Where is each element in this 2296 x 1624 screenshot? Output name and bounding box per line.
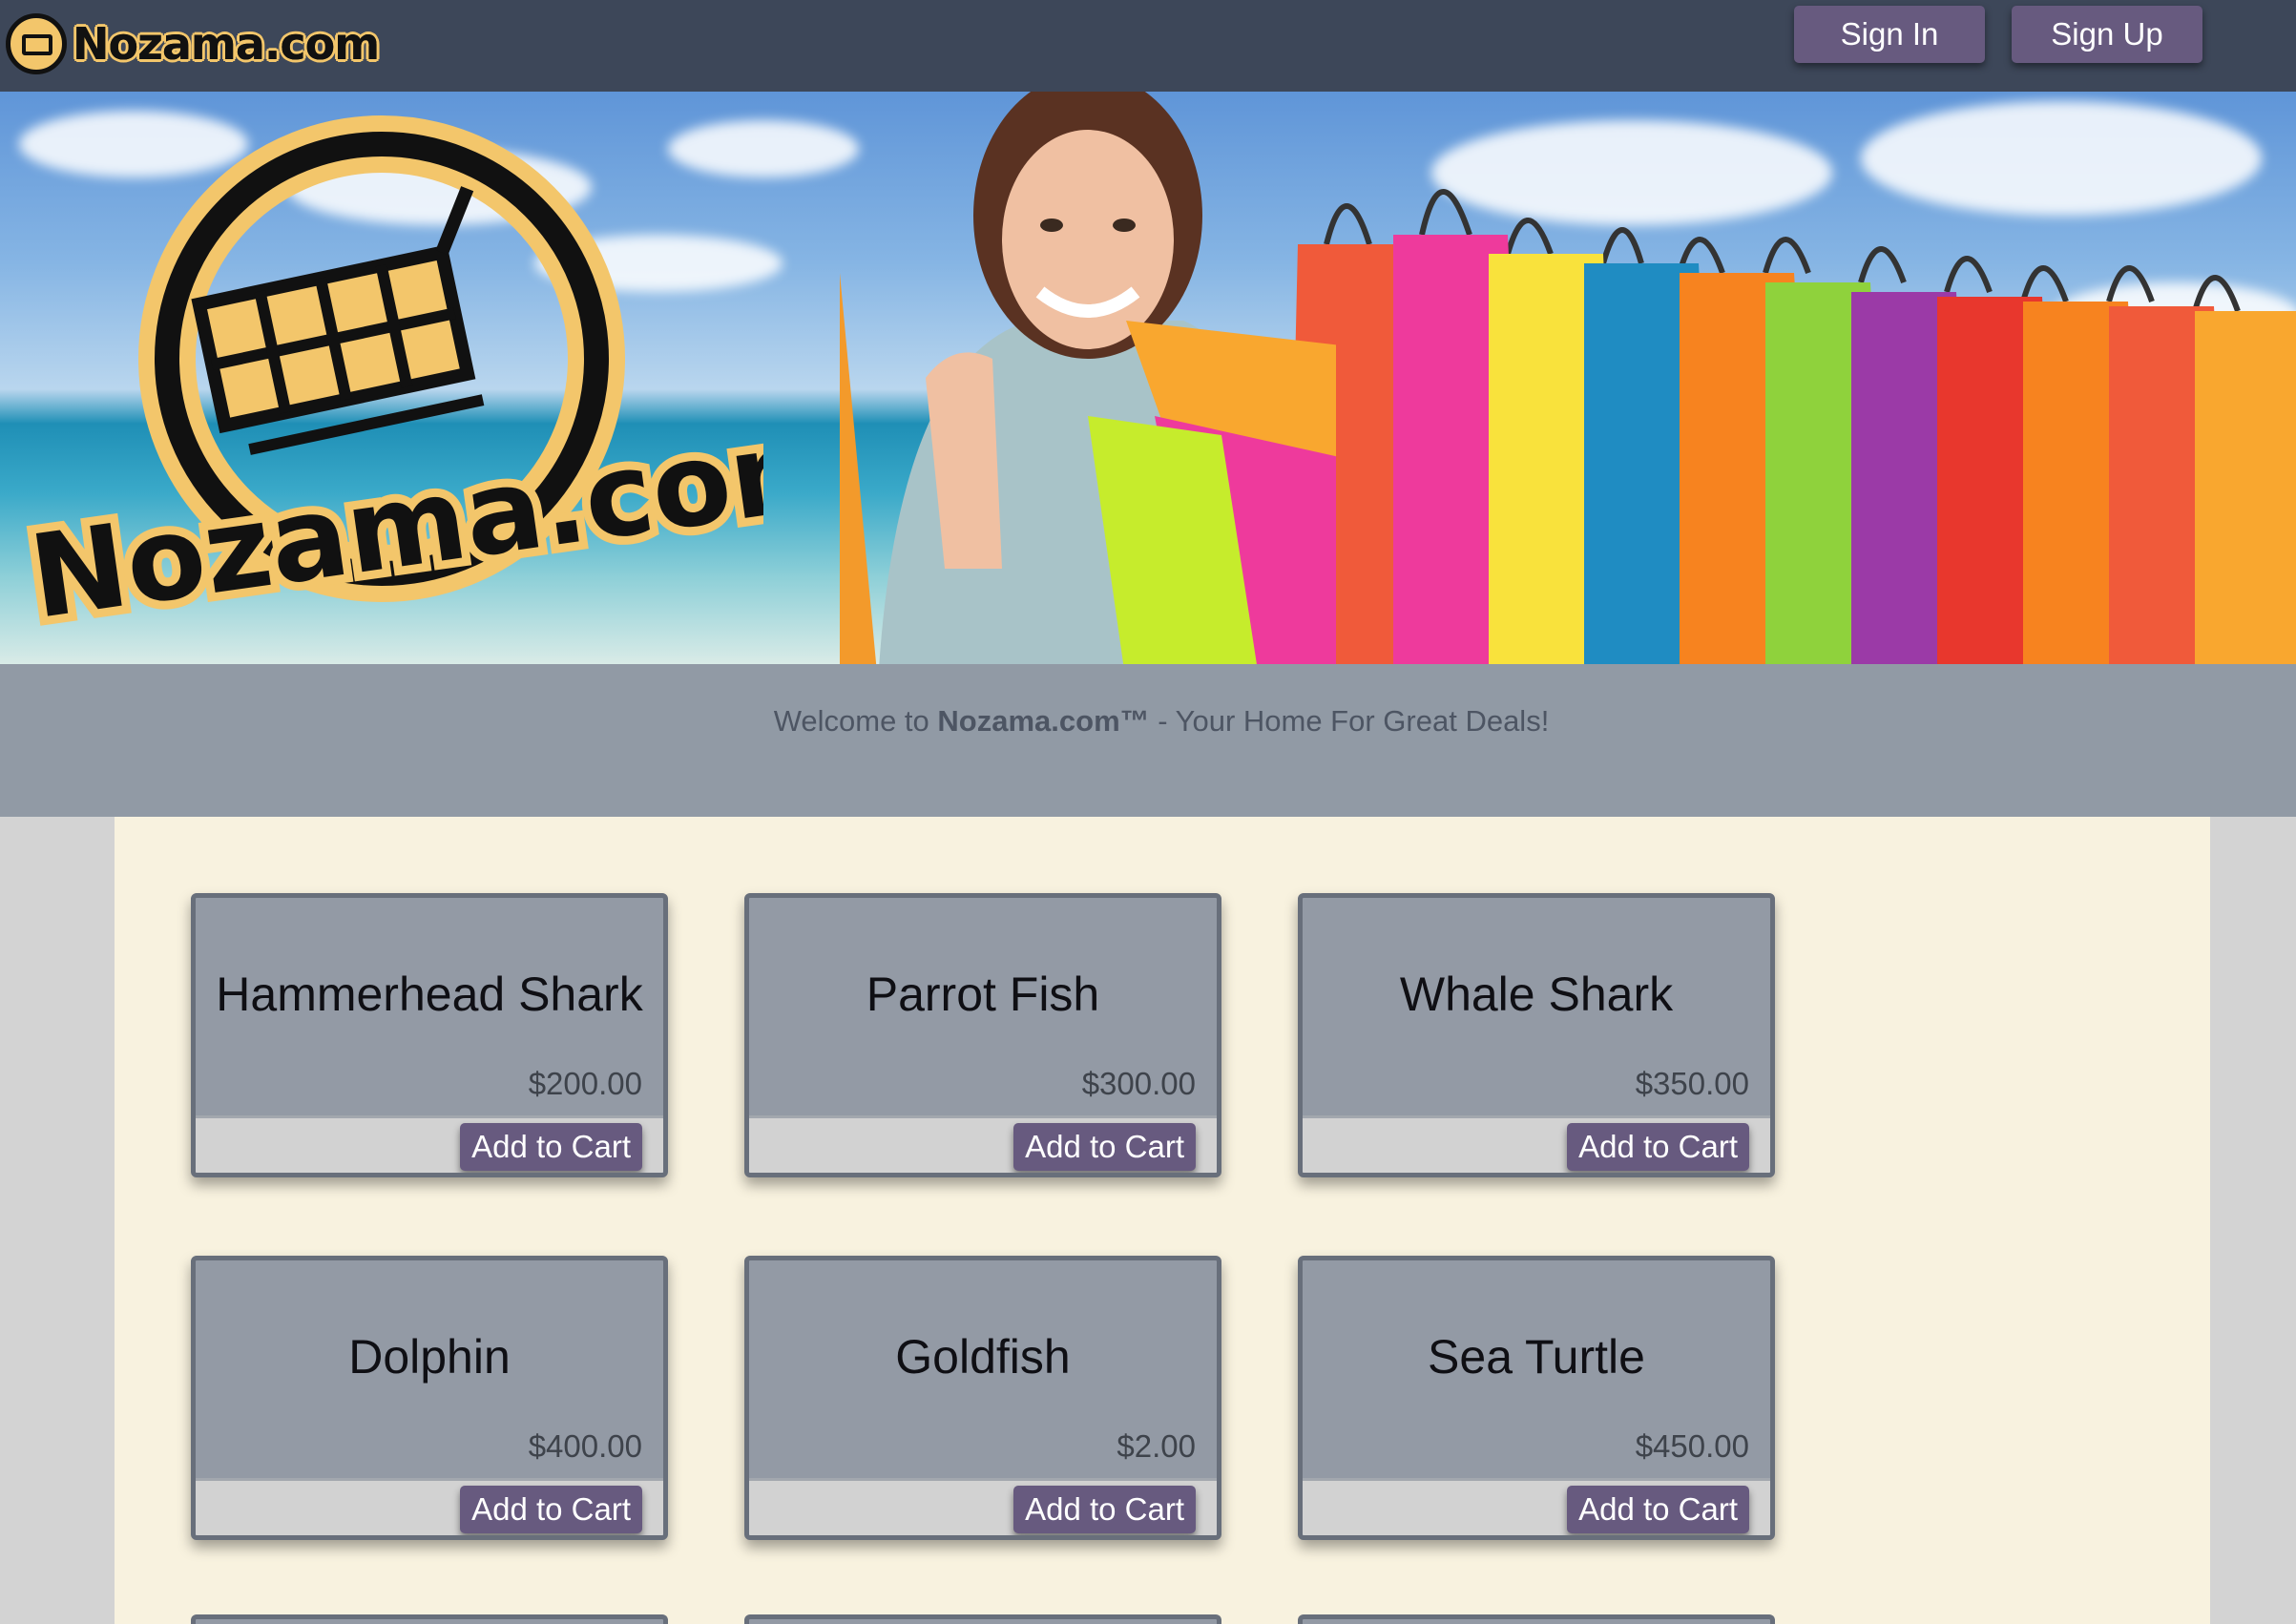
- product-name: Goldfish: [895, 1330, 1071, 1384]
- add-to-cart-button[interactable]: Add to Cart: [460, 1123, 642, 1171]
- product-price: $300.00: [1081, 1066, 1196, 1101]
- product-card: Hammerhead Shark $200.00 Add to Cart: [191, 893, 668, 1177]
- product-card: Parrot Fish $300.00 Add to Cart: [744, 893, 1221, 1177]
- sign-in-button[interactable]: Sign In: [1794, 6, 1985, 63]
- product-card-partial: [191, 1614, 668, 1624]
- product-name: Dolphin: [348, 1330, 511, 1384]
- product-card: Sea Turtle $450.00 Add to Cart: [1298, 1256, 1775, 1540]
- brand-logo[interactable]: Nozama.com: [6, 11, 380, 76]
- product-price: $2.00: [1117, 1428, 1196, 1464]
- product-price: $400.00: [528, 1428, 642, 1464]
- add-to-cart-button[interactable]: Add to Cart: [1567, 1486, 1749, 1533]
- product-card: Goldfish $2.00 Add to Cart: [744, 1256, 1221, 1540]
- nozama-banner-logo: Nozama.com: [19, 115, 763, 654]
- welcome-message: Welcome to Nozama.com™ - Your Home For G…: [773, 704, 1550, 738]
- product-name: Whale Shark: [1399, 968, 1674, 1021]
- shopper-photo: [840, 92, 1336, 664]
- product-card-partial: [744, 1614, 1221, 1624]
- sign-up-button[interactable]: Sign Up: [2012, 6, 2202, 63]
- add-to-cart-button[interactable]: Add to Cart: [460, 1486, 642, 1533]
- product-price: $200.00: [528, 1066, 642, 1101]
- welcome-bar: Welcome to Nozama.com™ - Your Home For G…: [0, 664, 2296, 817]
- product-card-footer: Add to Cart: [196, 1115, 663, 1173]
- product-card: Dolphin $400.00 Add to Cart: [191, 1256, 668, 1540]
- product-card-footer: Add to Cart: [196, 1478, 663, 1535]
- brand-name: Nozama.com: [73, 18, 380, 70]
- product-name: Parrot Fish: [866, 968, 1100, 1021]
- product-grid: Hammerhead Shark $200.00 Add to Cart Par…: [115, 817, 2210, 1624]
- svg-text:Nozama.com: Nozama.com: [23, 399, 763, 645]
- product-name: Hammerhead Shark: [216, 968, 643, 1021]
- add-to-cart-button[interactable]: Add to Cart: [1013, 1123, 1196, 1171]
- product-card: Whale Shark $350.00 Add to Cart: [1298, 893, 1775, 1177]
- product-name: Sea Turtle: [1428, 1330, 1645, 1384]
- product-price: $350.00: [1635, 1066, 1749, 1101]
- product-card-footer: Add to Cart: [1303, 1478, 1770, 1535]
- hero-banner: Nozama.com: [0, 92, 2296, 664]
- product-card-footer: Add to Cart: [1303, 1115, 1770, 1173]
- product-card-footer: Add to Cart: [749, 1478, 1217, 1535]
- product-price: $450.00: [1635, 1428, 1749, 1464]
- top-navbar: Nozama.com Sign In Sign Up: [0, 0, 2296, 92]
- add-to-cart-button[interactable]: Add to Cart: [1567, 1123, 1749, 1171]
- welcome-brand: Nozama.com™: [937, 704, 1150, 738]
- product-card-footer: Add to Cart: [749, 1115, 1217, 1173]
- cart-logo-icon: [6, 13, 67, 74]
- add-to-cart-button[interactable]: Add to Cart: [1013, 1486, 1196, 1533]
- product-card-partial: [1298, 1614, 1775, 1624]
